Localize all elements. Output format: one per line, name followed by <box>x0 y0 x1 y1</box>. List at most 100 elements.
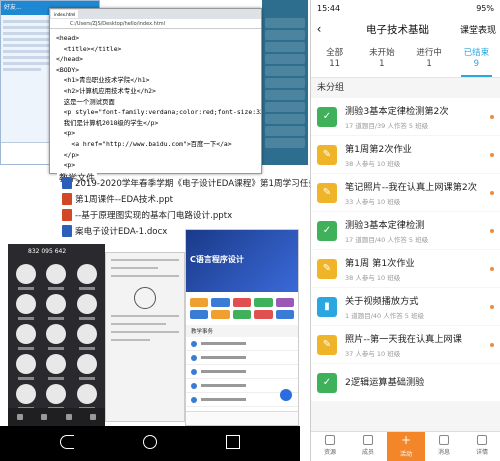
header: ‹ 电子技术基础 课堂表现 <box>311 16 500 42</box>
status-dot <box>490 190 494 195</box>
tab-3[interactable]: 已结束 9 <box>453 42 500 77</box>
activity-title: 测验3基本定律检测 <box>345 220 425 231</box>
activity-item[interactable]: ▮ 关于视频播放方式 1 道题目/40 人作答 5 班级 <box>311 288 500 325</box>
participant-tile <box>12 264 40 290</box>
home-icon[interactable] <box>143 435 157 449</box>
nav-icon <box>477 435 487 445</box>
class-activity-phone: 15:44 95% ‹ 电子技术基础 课堂表现 全部 11 未开始 1 进行中 1 已结束 9… <box>310 0 500 461</box>
video-icon[interactable] <box>41 414 48 420</box>
nav-item-0[interactable]: 资源 <box>311 432 349 461</box>
browser-window: index.html C:/Users/ZJS/Desktop/hello/in… <box>49 8 262 174</box>
list-item[interactable] <box>186 337 298 351</box>
nav-item-4[interactable]: 详情 <box>463 432 500 461</box>
tab-0[interactable]: 全部 11 <box>311 42 358 77</box>
participant-tile <box>42 294 70 320</box>
activity-item[interactable]: ✎ 照片--第一天我在认真上网课 37 人参与 10 班级 <box>311 326 500 363</box>
browser-tab[interactable]: index.html <box>51 10 79 18</box>
code-line: <BODY> <box>56 65 80 74</box>
status-dot <box>490 266 494 271</box>
status-dot <box>490 152 494 157</box>
activity-type-icon: ▮ <box>317 296 337 317</box>
activity-meta: 1 道题目/40 人作答 5 班级 <box>345 312 424 320</box>
back-chevron-icon[interactable]: ‹ <box>311 22 327 36</box>
code-line: <p style="font-family:verdana;color:red;… <box>56 108 262 117</box>
list-item[interactable] <box>186 365 298 379</box>
activity-item[interactable]: ✓ 测验3基本定律检测 17 道题目/40 人作答 5 班级 <box>311 212 500 249</box>
avatar <box>46 294 67 314</box>
avatar <box>46 384 67 404</box>
nav-item-2[interactable]: + 活动 <box>387 432 425 461</box>
participant-tile <box>42 354 70 380</box>
activity-type-icon: ✓ <box>317 372 337 393</box>
meeting-screen: 832 095 642 <box>8 244 105 426</box>
code-line: <h1>青岛职业技术学院</h1> <box>56 76 150 85</box>
avatar <box>46 324 67 344</box>
avatar <box>16 294 37 314</box>
android-nav-bar <box>0 426 300 461</box>
nav-icon <box>363 435 373 445</box>
avatar <box>46 354 67 374</box>
nav-item-1[interactable]: 成员 <box>349 432 387 461</box>
address-bar[interactable]: C:/Users/ZJS/Desktop/hello/index.html <box>50 19 261 29</box>
avatar <box>16 384 37 404</box>
file-icon <box>62 177 72 189</box>
activity-item[interactable]: ✓ 2逻辑运算基础测验 <box>311 364 500 401</box>
activity-type-icon: ✎ <box>317 334 337 355</box>
activity-title: 第1周第2次作业 <box>345 144 412 155</box>
nav-icon <box>439 435 449 445</box>
document-item[interactable]: --基于原理图实现的基本门电路设计.pptx <box>62 207 314 223</box>
page-title: 电子技术基础 <box>365 23 429 36</box>
activity-type-icon: ✓ <box>317 106 337 127</box>
group-label: 未分组 <box>317 83 345 93</box>
activity-item[interactable]: ✓ 测验3基本定律检测第2次 17 道题目/39 人作答 5 班级 <box>311 98 500 135</box>
class-app-screen: C语言程序设计 教学事务 <box>185 229 299 426</box>
code-line: 这是一个测试页面 <box>56 97 115 106</box>
document-name: 案电子设计EDA-1.docx <box>75 227 168 237</box>
document-item[interactable]: 2019-2020学年春季学期《电子设计EDA课程》第1周学习任务单.doc <box>62 175 344 191</box>
activity-meta: 17 道题目/39 人作答 5 班级 <box>345 122 429 130</box>
status-dot <box>490 228 494 233</box>
activity-type-icon: ✎ <box>317 144 337 165</box>
tab-2[interactable]: 进行中 1 <box>406 42 453 77</box>
list-item[interactable] <box>186 351 298 365</box>
document-name: --基于原理图实现的基本门电路设计.pptx <box>75 211 233 221</box>
participant-tile <box>42 264 70 290</box>
status-time: 15:44 <box>317 3 341 13</box>
avatar <box>16 324 37 344</box>
participant-tile <box>12 324 40 350</box>
activity-type-icon: ✓ <box>317 220 337 241</box>
participant-tile <box>42 384 70 410</box>
code-line: <p> <box>56 129 76 138</box>
activity-title: 照片--第一天我在认真上网课 <box>345 334 462 345</box>
back-icon[interactable] <box>60 435 74 449</box>
activity-meta: 38 人参与 10 班级 <box>345 274 401 282</box>
participant-tile <box>73 324 101 350</box>
participant-tile <box>42 324 70 350</box>
activity-meta: 17 道题目/40 人作答 5 班级 <box>345 236 429 244</box>
avatar <box>76 384 97 404</box>
contacts-panel <box>262 0 308 165</box>
activity-title: 测验3基本定律检测第2次 <box>345 106 449 117</box>
participant-tile <box>73 264 101 290</box>
document-item[interactable]: 第1周课件--EDA技术.ppt <box>62 191 314 207</box>
chat-icon[interactable] <box>65 414 72 420</box>
class-performance-link[interactable]: 课堂表现 <box>460 23 496 36</box>
file-icon <box>62 209 72 221</box>
nav-item-3[interactable]: 消息 <box>425 432 463 461</box>
activity-item[interactable]: ✎ 第1周 第1次作业 38 人参与 10 班级 <box>311 250 500 287</box>
recents-icon[interactable] <box>226 435 240 449</box>
participant-tile <box>73 354 101 380</box>
add-button[interactable] <box>280 389 292 401</box>
feature-icons <box>186 292 298 325</box>
bottom-nav: 资源 成员 + 活动 消息 详情 <box>311 431 500 461</box>
activity-type-icon: ✎ <box>317 182 337 203</box>
activity-meta: 38 人参与 10 班级 <box>345 160 401 168</box>
file-icon <box>62 193 72 205</box>
participant-tile <box>12 354 40 380</box>
status-bar: 15:44 95% <box>311 0 500 16</box>
activity-item[interactable]: ✎ 笔记照片--我在认真上网课第2次 33 人参与 10 班级 <box>311 174 500 211</box>
tab-1[interactable]: 未开始 1 <box>358 42 405 77</box>
more-icon[interactable] <box>89 414 96 420</box>
mic-icon[interactable] <box>17 414 24 420</box>
activity-item[interactable]: ✎ 第1周第2次作业 38 人参与 10 班级 <box>311 136 500 173</box>
